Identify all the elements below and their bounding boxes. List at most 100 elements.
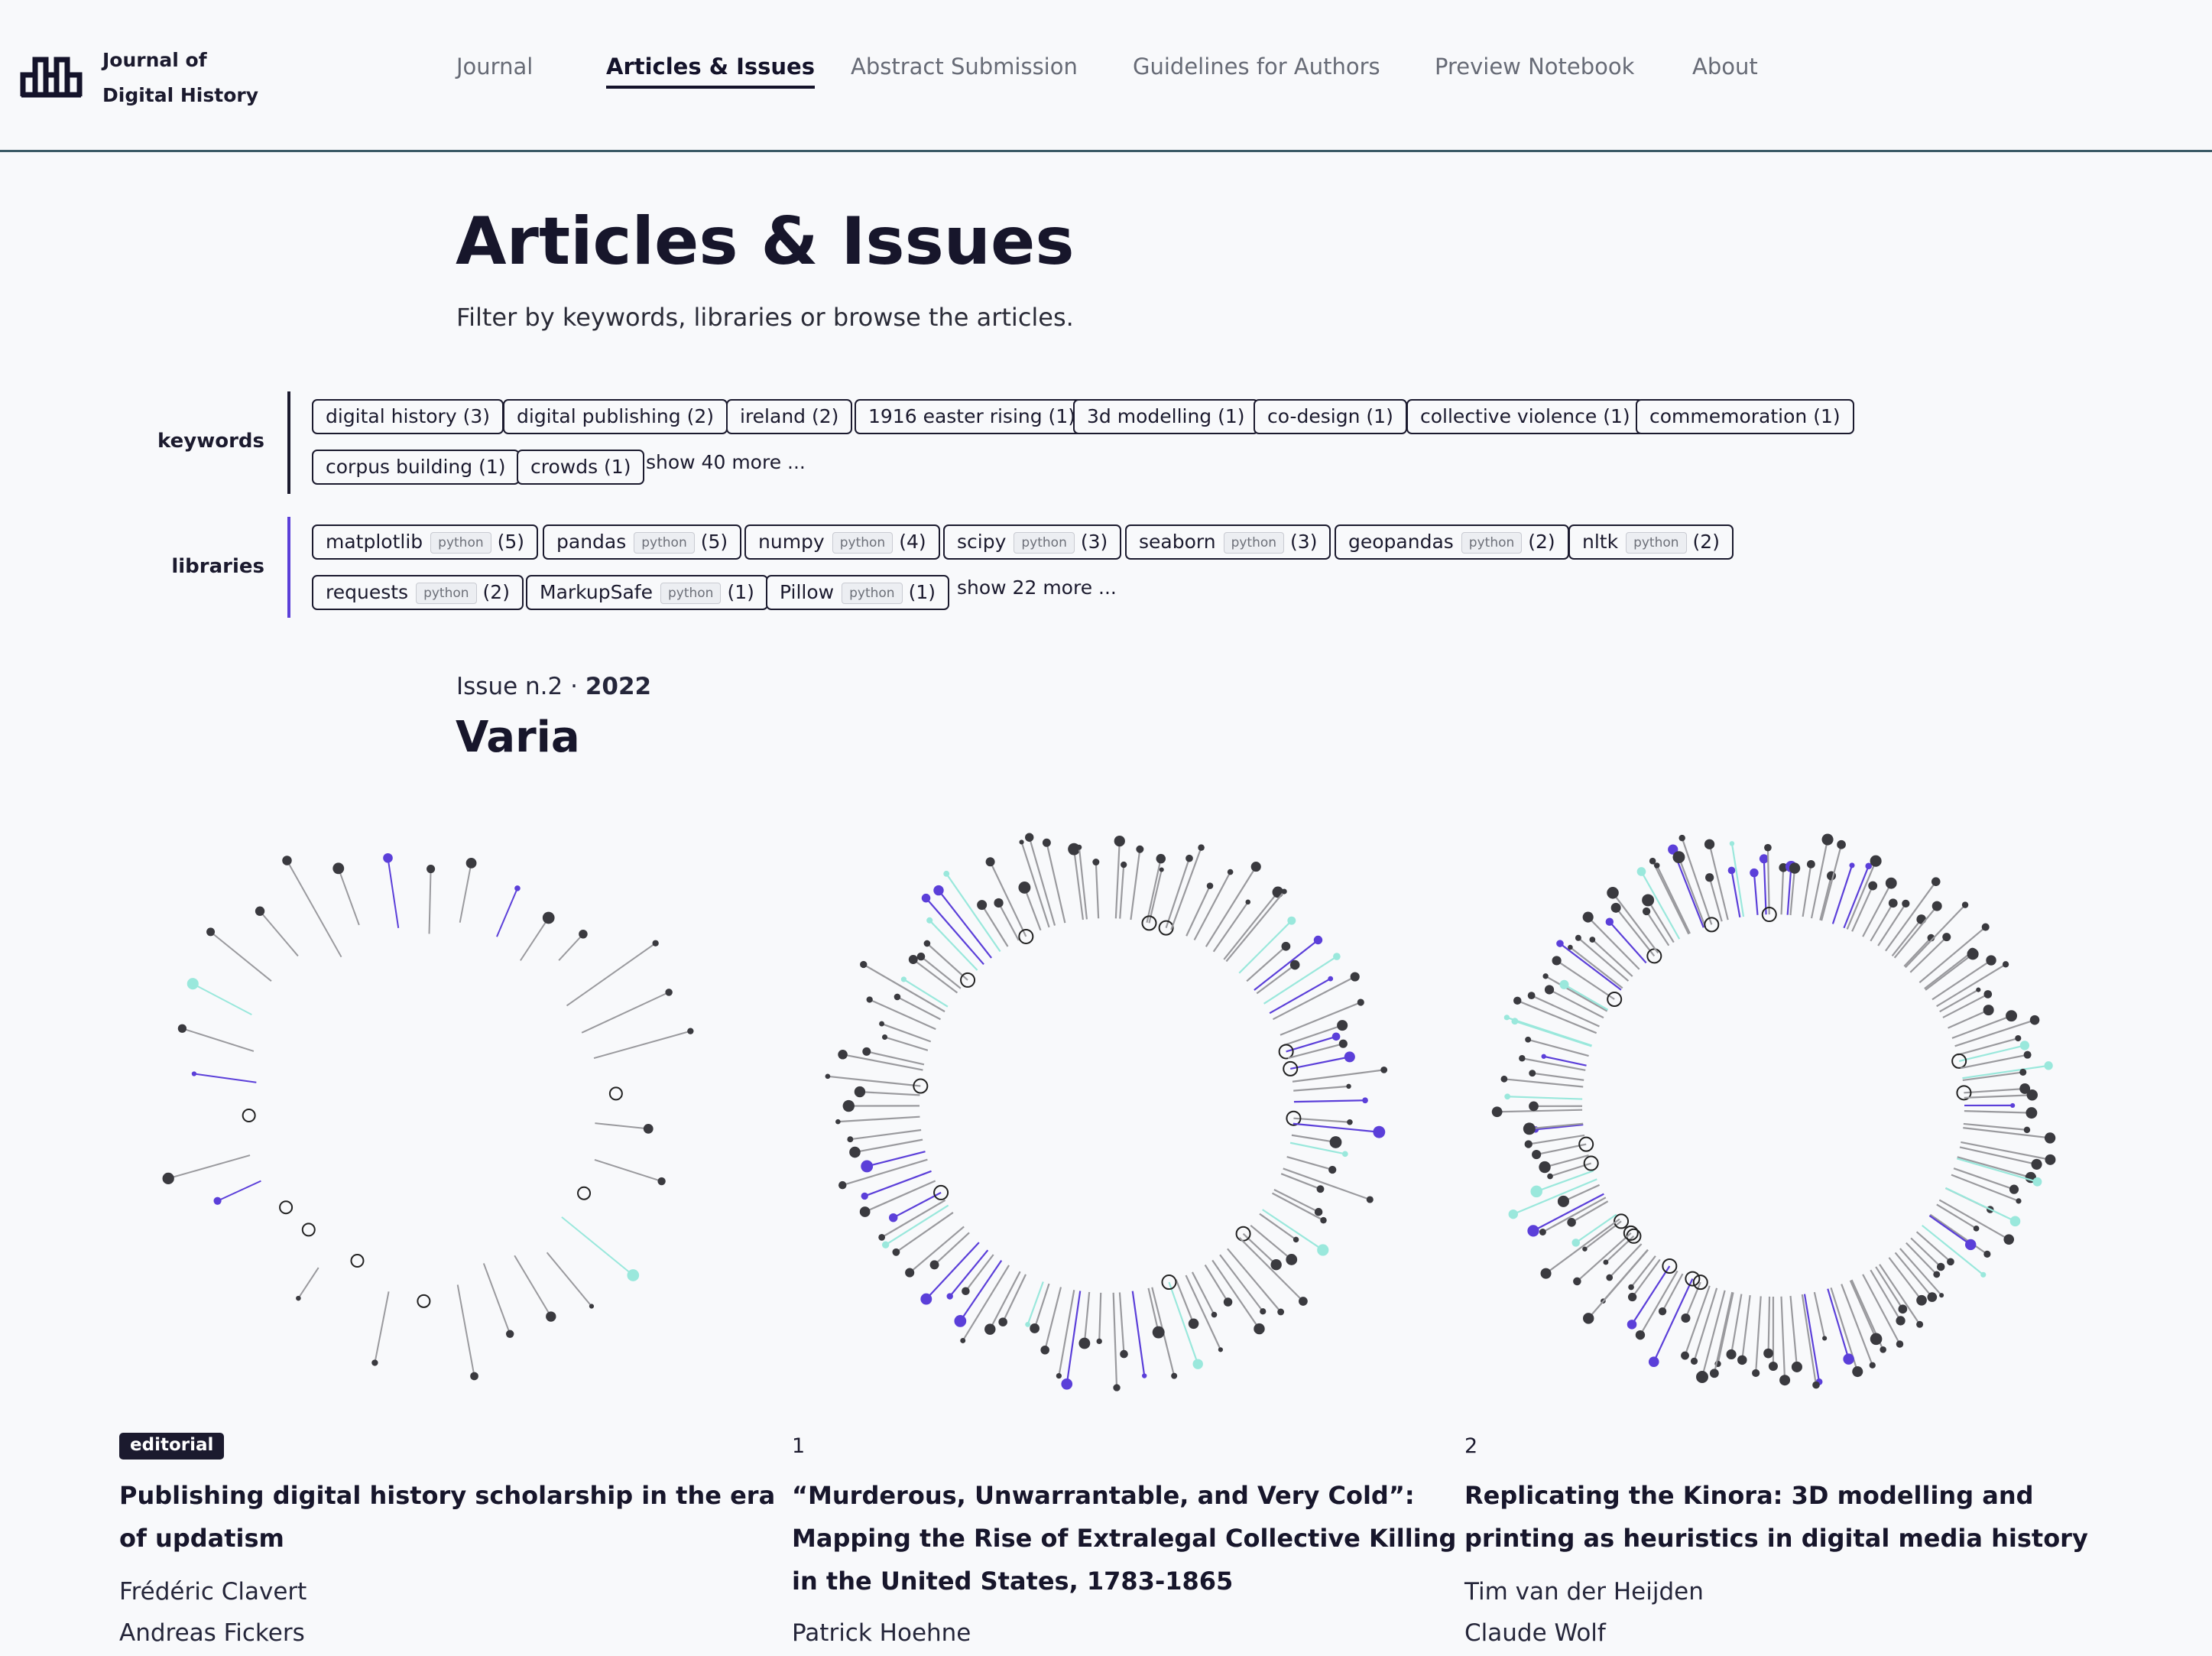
article-title-link[interactable]: Publishing digital history scholarship i… — [119, 1474, 784, 1560]
page-title: Articles & Issues — [456, 203, 1075, 280]
ray-dot — [1281, 941, 1291, 951]
libraries-divider — [287, 517, 290, 618]
show-more-keywords-link[interactable]: show 40 more ... — [646, 451, 806, 473]
library-tag[interactable]: matplotlib python (5) — [312, 524, 539, 560]
keyword-tag[interactable]: digital history (3) — [312, 399, 504, 434]
teal-ray — [903, 978, 949, 1008]
node-ring — [279, 1200, 294, 1215]
ray-dot — [1575, 934, 1581, 941]
article-title-link[interactable]: “Murderous, Unwarrantable, and Very Cold… — [792, 1474, 1457, 1602]
ray-dot — [2023, 1050, 2032, 1059]
ray — [428, 869, 432, 934]
teal-ray — [1027, 1281, 1044, 1325]
ray-dot — [1313, 935, 1323, 945]
article-author[interactable]: Andreas Fickers — [119, 1619, 305, 1647]
keyword-tag[interactable]: commemoration (1) — [1636, 399, 1854, 434]
teal-ray — [1507, 1096, 1583, 1100]
ray-dot — [1763, 1348, 1773, 1359]
ray — [1801, 1294, 1818, 1385]
ray-dot — [643, 1123, 654, 1134]
library-tag[interactable]: geopandas python (2) — [1335, 524, 1569, 560]
ray-dot — [1942, 933, 1951, 942]
keyword-tag[interactable]: corpus building (1) — [312, 450, 520, 485]
nav-guidelines-for-authors[interactable]: Guidelines for Authors — [1133, 54, 1380, 86]
accent-ray — [387, 858, 400, 928]
library-tag[interactable]: requests python (2) — [312, 575, 524, 610]
teal-ray — [1507, 1016, 1592, 1047]
ray — [1046, 842, 1066, 924]
library-tag[interactable]: scipy python (3) — [943, 524, 1122, 560]
article-number: 2 — [1464, 1434, 1478, 1458]
ray-dot — [1030, 1323, 1040, 1333]
article-author[interactable]: Tim van der Heijden — [1464, 1578, 1704, 1606]
ray — [1813, 1291, 1826, 1339]
language-badge: python — [660, 583, 722, 604]
ray-dot — [1822, 1336, 1828, 1341]
nav-journal[interactable]: Journal — [456, 54, 533, 86]
node-ring — [1951, 1053, 1967, 1069]
nav-about[interactable]: About — [1692, 54, 1758, 86]
keyword-tag[interactable]: digital publishing (2) — [503, 399, 728, 434]
ray-dot — [332, 862, 345, 875]
brand-name[interactable]: Journal of Digital History — [102, 43, 258, 113]
ray — [1148, 869, 1163, 924]
ray — [1789, 1295, 1798, 1368]
article-author[interactable]: Claude Wolf — [1464, 1619, 1606, 1647]
ray — [842, 1158, 928, 1187]
library-count: (4) — [899, 531, 926, 553]
library-tag[interactable]: pandas python (5) — [543, 524, 742, 560]
ray-dot — [1192, 1359, 1203, 1369]
ray-dot — [825, 1073, 831, 1080]
keyword-tag[interactable]: co-design (1) — [1254, 399, 1407, 434]
language-badge: python — [1626, 532, 1687, 554]
ray-dot — [1705, 873, 1714, 882]
article-author[interactable]: Frédéric Clavert — [119, 1578, 307, 1606]
ray — [1545, 1218, 1620, 1274]
ray — [1095, 862, 1100, 919]
article-author[interactable]: Patrick Hoehne — [792, 1619, 971, 1647]
article-3-radial-graphic[interactable] — [1483, 807, 2064, 1404]
language-badge: python — [842, 583, 903, 604]
ray-dot — [1500, 1075, 1508, 1083]
keyword-tag[interactable]: 3d modelling (1) — [1073, 399, 1259, 434]
libraries-label: libraries — [171, 555, 264, 578]
ray — [546, 1252, 592, 1307]
library-tag[interactable]: seaborn python (3) — [1125, 524, 1331, 560]
accent-ray — [1928, 1215, 1971, 1245]
library-tag[interactable]: MarkupSafe python (1) — [526, 575, 768, 610]
article-title-link[interactable]: Replicating the Kinora: 3D modelling and… — [1464, 1474, 2129, 1560]
library-tag[interactable]: numpy python (4) — [744, 524, 940, 560]
nav-articles-issues[interactable]: Articles & Issues — [606, 54, 815, 89]
ray-dot — [1357, 998, 1364, 1006]
library-tag[interactable]: Pillow python (1) — [766, 575, 949, 610]
keyword-tag[interactable]: 1916 easter rising (1) — [855, 399, 1089, 434]
node-ring — [577, 1186, 592, 1200]
ray — [167, 1154, 251, 1180]
nav-abstract-submission[interactable]: Abstract Submission — [851, 54, 1078, 86]
keyword-tag[interactable]: collective violence (1) — [1406, 399, 1644, 434]
ray — [1528, 1134, 1585, 1145]
ray — [1114, 841, 1121, 919]
ray — [374, 1291, 390, 1363]
ray-dot — [1344, 1051, 1355, 1063]
brand-line-2: Digital History — [102, 84, 259, 106]
ray-dot — [1789, 862, 1801, 874]
teal-ray — [1563, 983, 1609, 1011]
ray-dot — [1320, 1216, 1327, 1224]
ray-dot — [1136, 845, 1144, 853]
ray-dot — [465, 857, 477, 869]
ray-dot — [1568, 944, 1573, 950]
jdh-logo-icon[interactable] — [20, 55, 83, 98]
show-more-libraries-link[interactable]: show 22 more ... — [957, 576, 1117, 599]
nav-preview-notebook[interactable]: Preview Notebook — [1435, 54, 1634, 86]
ray-dot — [1986, 955, 1996, 966]
keyword-tag[interactable]: crowds (1) — [517, 450, 645, 485]
article-2-radial-graphic[interactable] — [816, 807, 1397, 1404]
ray-dot — [1658, 1307, 1667, 1316]
ray-dot — [994, 898, 1004, 908]
library-tag[interactable]: nltk python (2) — [1568, 524, 1734, 560]
article-1-radial-graphic[interactable] — [135, 807, 715, 1404]
keyword-tag[interactable]: ireland (2) — [726, 399, 853, 434]
ray-dot — [1299, 1297, 1308, 1306]
ray — [1576, 1232, 1632, 1282]
